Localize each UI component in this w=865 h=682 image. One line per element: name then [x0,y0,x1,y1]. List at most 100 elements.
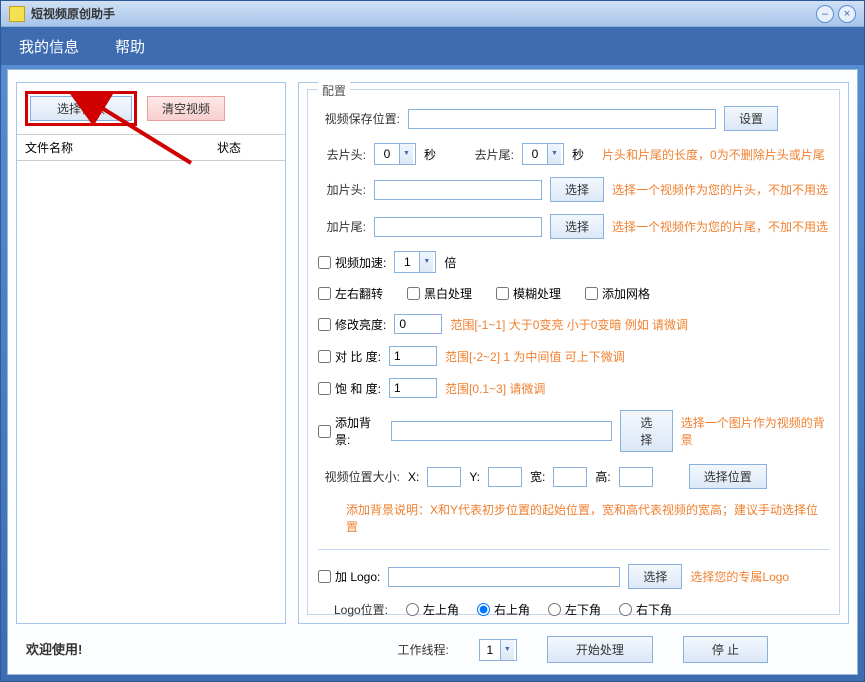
contrast-input[interactable] [389,346,437,366]
add-logo-choose-button[interactable]: 选择 [628,564,682,589]
menu-my-info[interactable]: 我的信息 [11,32,87,61]
add-bg-checkbox[interactable]: 添加背景: [318,414,383,448]
add-bg-choose-button[interactable]: 选择 [620,410,673,452]
save-path-label: 视频保存位置: [318,110,400,127]
stop-button[interactable]: 停 止 [683,636,768,663]
saturation-checkbox[interactable]: 饱 和 度: [318,380,381,397]
saturation-hint: 范围[0.1~3] 请微调 [445,380,545,397]
logo-pos-label: Logo位置: [318,601,388,618]
row-add-logo: 加 Logo: 选择 选择您的专属Logo [318,564,829,589]
add-logo-input[interactable] [388,567,620,587]
row-contrast: 对 比 度: 范围[-2~2] 1 为中间值 可上下微调 [318,346,829,366]
chevron-down-icon[interactable] [419,252,433,272]
h-label: 高: [595,468,610,485]
content-area: 选择视频 清空视频 文件名称 状态 配置 视频保存位置: 设置 [7,69,858,675]
radio-bottom-left[interactable]: 左下角 [548,601,601,618]
app-icon [9,6,25,22]
trim-head-input[interactable] [375,145,399,163]
add-head-choose-button[interactable]: 选择 [550,177,604,202]
saturation-input[interactable] [389,378,437,398]
threads-input[interactable] [480,641,500,659]
row-actions: 工作线程: 开始处理 停 止 [318,636,829,663]
brightness-hint: 范围[-1~1] 大于0变亮 小于0变暗 例如 请微调 [450,316,688,333]
select-video-button[interactable]: 选择视频 [30,96,132,121]
right-panel: 配置 视频保存位置: 设置 去片头: 秒 去片尾: 秒 [298,82,849,624]
left-toolbar: 选择视频 清空视频 [17,83,285,134]
trim-tail-input[interactable] [523,145,547,163]
contrast-hint: 范围[-2~2] 1 为中间值 可上下微调 [445,348,625,365]
bw-checkbox[interactable]: 黑白处理 [407,285,472,302]
file-list-header: 文件名称 状态 [17,134,285,161]
trim-tail-spinner[interactable] [522,143,564,165]
sec-label-2: 秒 [572,146,584,163]
add-tail-input[interactable] [374,217,542,237]
status-footer: 欢迎使用! [26,639,82,658]
add-head-input[interactable] [374,180,542,200]
start-button[interactable]: 开始处理 [547,636,653,663]
add-bg-input[interactable] [391,421,612,441]
chevron-down-icon[interactable] [399,144,413,164]
chevron-down-icon[interactable] [547,144,561,164]
window-title: 短视频原创助手 [31,5,812,22]
menubar: 我的信息 帮助 [1,27,864,65]
save-path-input[interactable] [408,109,716,129]
w-label: 宽: [530,468,545,485]
bg-desc: 添加背景说明：X和Y代表初步位置的起始位置，宽和高代表视频的宽高；建议手动选择位… [346,501,829,535]
threads-spinner[interactable] [479,639,517,661]
menu-help[interactable]: 帮助 [107,32,153,61]
row-speed: 视频加速: 倍 [318,251,829,273]
app-window: 短视频原创助手 – × 我的信息 帮助 选择视频 清空视频 文件名称 状态 配置 [0,0,865,682]
trim-head-spinner[interactable] [374,143,416,165]
chevron-down-icon[interactable] [500,640,514,660]
w-input[interactable] [553,467,587,487]
speed-spinner[interactable] [394,251,436,273]
contrast-checkbox[interactable]: 对 比 度: [318,348,381,365]
add-tail-choose-button[interactable]: 选择 [550,214,604,239]
add-logo-checkbox[interactable]: 加 Logo: [318,568,380,585]
x-input[interactable] [427,467,461,487]
column-filename: 文件名称 [25,139,217,156]
add-bg-hint: 选择一个图片作为视频的背景 [681,414,829,448]
select-video-highlight: 选择视频 [25,91,137,126]
trim-tail-label: 去片尾: [466,146,514,163]
choose-pos-button[interactable]: 选择位置 [689,464,767,489]
row-brightness: 修改亮度: 范围[-1~1] 大于0变亮 小于0变暗 例如 请微调 [318,314,829,334]
flip-checkbox[interactable]: 左右翻转 [318,285,383,302]
column-status: 状态 [217,139,277,156]
row-trim: 去片头: 秒 去片尾: 秒 片头和片尾的长度，0为不删除片头或片尾 [318,143,829,165]
left-panel: 选择视频 清空视频 文件名称 状态 [16,82,286,624]
speed-checkbox[interactable]: 视频加速: [318,254,386,271]
row-add-tail: 加片尾: 选择 选择一个视频作为您的片尾，不加不用选 [318,214,829,239]
brightness-checkbox[interactable]: 修改亮度: [318,316,386,333]
row-add-bg: 添加背景: 选择 选择一个图片作为视频的背景 [318,410,829,452]
speed-input[interactable] [395,253,419,271]
add-tail-hint: 选择一个视频作为您的片尾，不加不用选 [612,218,828,235]
blur-checkbox[interactable]: 模糊处理 [496,285,561,302]
row-logo-pos: Logo位置: 左上角 右上角 左下角 右下角 [318,601,829,618]
config-legend: 配置 [318,82,350,99]
close-button[interactable]: × [838,5,856,23]
brightness-input[interactable] [394,314,442,334]
threads-label: 工作线程: [379,641,449,658]
radio-top-right[interactable]: 右上角 [477,601,530,618]
config-fieldset: 配置 视频保存位置: 设置 去片头: 秒 去片尾: 秒 [307,89,840,615]
row-add-head: 加片头: 选择 选择一个视频作为您的片头，不加不用选 [318,177,829,202]
set-path-button[interactable]: 设置 [724,106,778,131]
radio-bottom-right[interactable]: 右下角 [619,601,672,618]
minimize-button[interactable]: – [816,5,834,23]
config-body: 视频保存位置: 设置 去片头: 秒 去片尾: 秒 片头和片尾的长度，0为不删除片… [308,90,839,673]
add-logo-hint: 选择您的专属Logo [690,568,789,585]
pos-size-label: 视频位置大小: [318,468,400,485]
grid-checkbox[interactable]: 添加网格 [585,285,650,302]
clear-video-button[interactable]: 清空视频 [147,96,225,121]
y-input[interactable] [488,467,522,487]
h-input[interactable] [619,467,653,487]
add-tail-label: 加片尾: [318,218,366,235]
radio-top-left[interactable]: 左上角 [406,601,459,618]
add-head-hint: 选择一个视频作为您的片头，不加不用选 [612,181,828,198]
separator [318,549,829,550]
trim-head-label: 去片头: [318,146,366,163]
sec-label-1: 秒 [424,146,436,163]
row-effects: 左右翻转 黑白处理 模糊处理 添加网格 [318,285,829,302]
row-saturation: 饱 和 度: 范围[0.1~3] 请微调 [318,378,829,398]
